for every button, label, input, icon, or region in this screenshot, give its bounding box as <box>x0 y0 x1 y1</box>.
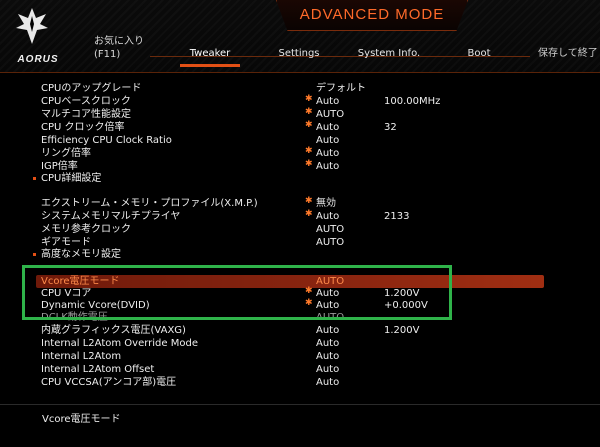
setting-row[interactable]: Internal L2Atom Override Mode Auto <box>0 337 600 350</box>
setting-row[interactable]: Internal L2Atom Offset Auto <box>0 363 600 376</box>
setting-value[interactable]: Auto <box>316 363 339 376</box>
setting-value[interactable]: Auto <box>316 350 339 363</box>
setting-value[interactable]: Auto <box>316 210 339 223</box>
setting-value[interactable]: Auto <box>316 134 339 147</box>
setting-value[interactable]: AUTO <box>316 223 344 236</box>
favorites-key: (F11) <box>94 49 121 60</box>
advanced-mode-banner: ADVANCED MODE <box>276 0 468 31</box>
modified-star-icon: ✱ <box>305 107 313 117</box>
header-bar: AORUS ADVANCED MODE お気に入り (F11) Tweaker … <box>0 0 600 73</box>
setting-label: CPU クロック倍率 <box>41 122 125 133</box>
mode-title: ADVANCED MODE <box>299 6 445 23</box>
tab-tweaker[interactable]: Tweaker <box>180 46 240 67</box>
setting-label: システムメモリマルチプライヤ <box>41 211 181 222</box>
setting-row[interactable]: マルチコア性能設定 ✱ AUTO <box>0 107 600 121</box>
submenu-row[interactable]: CPU詳細設定 <box>0 172 600 185</box>
setting-value[interactable]: Auto <box>316 95 339 108</box>
setting-label: Internal L2Atom Offset <box>41 364 155 375</box>
submenu-bullet-icon <box>33 177 36 180</box>
aorus-logo: AORUS <box>8 6 58 66</box>
setting-row[interactable]: CPUのアップグレード デフォルト <box>0 82 600 95</box>
setting-value[interactable]: Auto <box>316 337 339 350</box>
setting-row[interactable]: システムメモリマルチプライヤ ✱ Auto 2133 <box>0 209 600 223</box>
setting-current-value: 32 <box>384 122 397 133</box>
setting-value[interactable]: Auto <box>316 147 339 160</box>
tab-settings[interactable]: Settings <box>276 46 322 64</box>
submenu-row[interactable]: 高度なメモリ設定 <box>0 248 600 261</box>
setting-label: CPUベースクロック <box>41 96 131 107</box>
setting-value[interactable]: 無効 <box>316 197 336 210</box>
setting-row[interactable]: 内蔵グラフィックス電圧(VAXG) Auto 1.200V <box>0 324 600 337</box>
setting-label: CPUのアップグレード <box>41 83 142 94</box>
setting-value[interactable]: AUTO <box>316 108 344 121</box>
setting-label: Efficiency CPU Clock Ratio <box>41 135 172 146</box>
tab-system-info[interactable]: System Info. <box>356 46 422 64</box>
setting-label: 内蔵グラフィックス電圧(VAXG) <box>41 325 186 336</box>
setting-row[interactable]: CPU VCCSA(アンコア部)電圧 Auto <box>0 376 600 389</box>
setting-row[interactable]: エクストリーム・メモリ・プロファイル(X.M.P.) ✱ 無効 <box>0 196 600 210</box>
footer-divider <box>0 404 600 405</box>
setting-label: マルチコア性能設定 <box>41 109 131 120</box>
eagle-icon <box>16 8 48 44</box>
submenu-bullet-icon <box>33 253 36 256</box>
submenu-label: CPU詳細設定 <box>41 173 102 184</box>
setting-current-value: 1.200V <box>384 325 420 336</box>
favorites-tab[interactable]: お気に入り (F11) <box>94 35 144 61</box>
setting-label: リング倍率 <box>41 148 91 159</box>
modified-star-icon: ✱ <box>305 196 313 206</box>
modified-star-icon: ✱ <box>305 209 313 219</box>
tab-boot[interactable]: Boot <box>464 46 494 64</box>
highlight-annotation-box <box>22 265 452 320</box>
setting-row[interactable]: Efficiency CPU Clock Ratio Auto <box>0 134 600 147</box>
modified-star-icon: ✱ <box>305 159 313 169</box>
setting-value[interactable]: Auto <box>316 324 339 337</box>
favorites-label: お気に入り <box>94 36 144 47</box>
setting-value[interactable]: Auto <box>316 376 339 389</box>
setting-current-value: 100.00MHz <box>384 96 441 107</box>
brand-name: AORUS <box>17 54 59 65</box>
modified-star-icon: ✱ <box>305 146 313 156</box>
setting-row[interactable]: リング倍率 ✱ Auto <box>0 146 600 160</box>
modified-star-icon: ✱ <box>305 120 313 130</box>
setting-label: Internal L2Atom <box>41 351 122 362</box>
submenu-label: 高度なメモリ設定 <box>41 249 121 260</box>
modified-star-icon: ✱ <box>305 94 313 104</box>
setting-row[interactable]: Internal L2Atom Auto <box>0 350 600 363</box>
setting-row[interactable]: CPU クロック倍率 ✱ Auto 32 <box>0 120 600 134</box>
setting-row[interactable]: CPUベースクロック ✱ Auto 100.00MHz <box>0 94 600 108</box>
setting-label: CPU VCCSA(アンコア部)電圧 <box>41 377 177 388</box>
setting-label: エクストリーム・メモリ・プロファイル(X.M.P.) <box>41 198 258 209</box>
tab-save-exit[interactable]: 保存して終了 <box>538 46 600 64</box>
help-text: Vcore電圧モード <box>42 414 121 425</box>
setting-row[interactable]: メモリ参考クロック AUTO <box>0 223 600 236</box>
setting-value[interactable]: デフォルト <box>316 82 366 95</box>
setting-label: Internal L2Atom Override Mode <box>41 338 198 349</box>
setting-value[interactable]: Auto <box>316 121 339 134</box>
setting-label: メモリ参考クロック <box>41 224 131 235</box>
setting-current-value: 2133 <box>384 211 410 222</box>
